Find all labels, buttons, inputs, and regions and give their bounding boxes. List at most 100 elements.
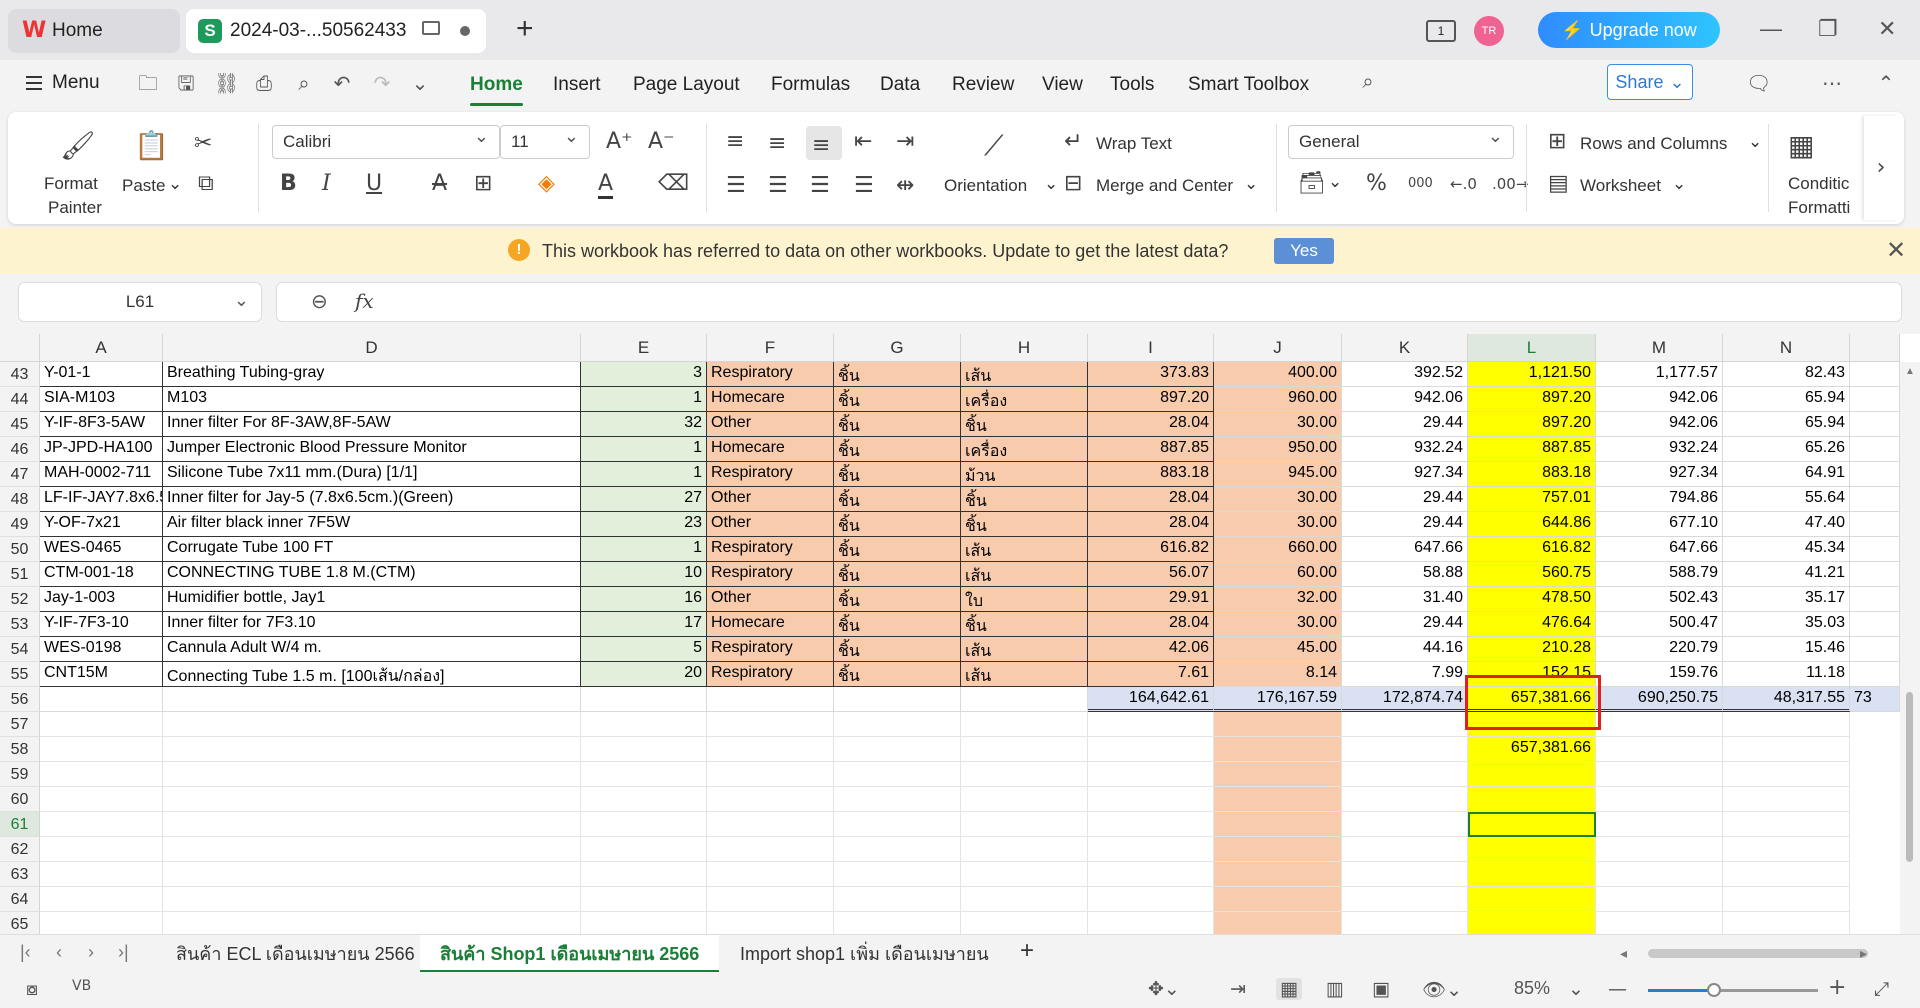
cell-m53[interactable]: 500.47 (1596, 612, 1723, 637)
cell-h57[interactable] (961, 712, 1088, 737)
cell-h45[interactable]: ชิ้น (961, 412, 1088, 437)
format-painter-label-2[interactable]: Painter (48, 198, 102, 218)
cell-e60[interactable] (581, 787, 707, 812)
cell-d49[interactable]: Air filter black inner 7F5W (163, 512, 581, 537)
align-center-icon[interactable]: ☰ (768, 174, 788, 198)
row-header[interactable]: 65 (0, 912, 40, 934)
cell-g44[interactable]: ชิ้น (834, 387, 961, 412)
cell-e47[interactable]: 1 (581, 462, 707, 487)
cell-f44[interactable]: Homecare (707, 387, 834, 412)
cell-f51[interactable]: Respiratory (707, 562, 834, 587)
cell-m51[interactable]: 588.79 (1596, 562, 1723, 587)
cell-e54[interactable]: 5 (581, 637, 707, 662)
cell-j45[interactable]: 30.00 (1214, 412, 1342, 437)
hscroll-left-icon[interactable]: ◂ (1620, 945, 1627, 962)
cell-i50[interactable]: 616.82 (1088, 537, 1214, 562)
increase-font-icon[interactable]: A⁺ (606, 130, 633, 154)
cell-k65[interactable] (1342, 912, 1468, 934)
cell-o49[interactable] (1850, 512, 1900, 537)
cell-l51[interactable]: 560.75 (1468, 562, 1596, 587)
cell-e51[interactable]: 10 (581, 562, 707, 587)
cell-d53[interactable]: Inner filter for 7F3.10 (163, 612, 581, 637)
tab-tools[interactable]: Tools (1110, 74, 1154, 96)
cell-f52[interactable]: Other (707, 587, 834, 612)
sheet-tab-import-shop1[interactable]: Import shop1 เพิ่ม เดือนเมษายน (720, 935, 1009, 973)
unsaved-dot-icon[interactable] (460, 26, 470, 36)
cell-h49[interactable]: ชิ้น (961, 512, 1088, 537)
sheet-tab-ecl[interactable]: สินค้า ECL เดือนเมษายน 2566 (156, 935, 435, 973)
cell-e58[interactable] (581, 737, 707, 762)
cell-k62[interactable] (1342, 837, 1468, 862)
cell-a57[interactable] (40, 712, 163, 737)
share-button[interactable]: Share ⌄ (1607, 64, 1693, 100)
total-l[interactable]: 657,381.66 (1468, 687, 1596, 712)
cell-j60[interactable] (1214, 787, 1342, 812)
cell-d51[interactable]: CONNECTING TUBE 1.8 M.(CTM) (163, 562, 581, 587)
comment-icon[interactable]: 🗨 (1746, 72, 1771, 96)
row-header[interactable]: 56 (0, 687, 40, 712)
cell-j64[interactable] (1214, 887, 1342, 912)
more-options-icon[interactable]: ⋯ (1820, 72, 1844, 96)
cell-k51[interactable]: 58.88 (1342, 562, 1468, 587)
cell-j43[interactable]: 400.00 (1214, 362, 1342, 387)
cell-g57[interactable] (834, 712, 961, 737)
cell-l59[interactable] (1468, 762, 1596, 787)
zoom-in-icon[interactable]: + (1828, 975, 1846, 1000)
total-j[interactable]: 176,167.59 (1214, 687, 1342, 712)
menu-button[interactable]: Menu (26, 72, 100, 94)
redo-icon[interactable]: ↷ (370, 72, 394, 96)
column-header-d[interactable]: D (163, 334, 581, 362)
formula-input-area[interactable]: ⊖ fx (276, 282, 1902, 322)
cell-g61[interactable] (834, 812, 961, 837)
justify-icon[interactable]: ☰ (854, 174, 874, 198)
cell-e44[interactable]: 1 (581, 387, 707, 412)
cell-f63[interactable] (707, 862, 834, 887)
cell-g53[interactable]: ชิ้น (834, 612, 961, 637)
cell-g46[interactable]: ชิ้น (834, 437, 961, 462)
increase-decimal-icon[interactable]: .00→ (1492, 172, 1528, 196)
row-header[interactable]: 62 (0, 837, 40, 862)
cell-j50[interactable]: 660.00 (1214, 537, 1342, 562)
cell-n62[interactable] (1723, 837, 1850, 862)
share-link-icon[interactable]: ⛓ (214, 72, 239, 96)
cell-h63[interactable] (961, 862, 1088, 887)
first-sheet-icon[interactable]: |‹ (20, 942, 31, 963)
row-header[interactable]: 50 (0, 537, 40, 562)
cell-e52[interactable]: 16 (581, 587, 707, 612)
cell-d47[interactable]: Silicone Tube 7x11 mm.(Dura) [1/1] (163, 462, 581, 487)
cell-f64[interactable] (707, 887, 834, 912)
cut-icon[interactable]: ✂ (194, 132, 212, 156)
row-header[interactable]: 60 (0, 787, 40, 812)
cell-i64[interactable] (1088, 887, 1214, 912)
cell-h54[interactable]: เส้น (961, 637, 1088, 662)
cell-i55[interactable]: 7.61 (1088, 662, 1214, 687)
cell-o50[interactable] (1850, 537, 1900, 562)
cell-l43[interactable]: 1,121.50 (1468, 362, 1596, 387)
cell-m59[interactable] (1596, 762, 1723, 787)
cell-a50[interactable]: WES-0465 (40, 537, 163, 562)
cell-j65[interactable] (1214, 912, 1342, 934)
cell-h50[interactable]: เส้น (961, 537, 1088, 562)
cell-d50[interactable]: Corrugate Tube 100 FT (163, 537, 581, 562)
cell-e59[interactable] (581, 762, 707, 787)
cell-g64[interactable] (834, 887, 961, 912)
cell-f61[interactable] (707, 812, 834, 837)
cell-n46[interactable]: 65.26 (1723, 437, 1850, 462)
cell-j55[interactable]: 8.14 (1214, 662, 1342, 687)
vertical-scrollbar[interactable]: ▲ ▼ (1900, 362, 1920, 934)
spreadsheet-grid[interactable]: ▲ ▼ ADEFGHIJKLMN 43Y-01-1Breathing Tubing… (0, 334, 1920, 934)
yes-button[interactable]: Yes (1274, 238, 1334, 264)
cell-n61[interactable] (1723, 812, 1850, 837)
borders-icon[interactable]: ⊞ (474, 172, 492, 196)
cell-h60[interactable] (961, 787, 1088, 812)
cell-a55[interactable]: CNT15M (40, 662, 163, 687)
cell-a53[interactable]: Y-IF-7F3-10 (40, 612, 163, 637)
font-color-icon[interactable]: A (598, 172, 614, 199)
tab-formulas[interactable]: Formulas (771, 74, 850, 96)
cell-e53[interactable]: 17 (581, 612, 707, 637)
cell-d56[interactable] (163, 687, 581, 712)
zoom-slider-knob[interactable] (1707, 983, 1721, 997)
cell-g63[interactable] (834, 862, 961, 887)
sheet-tab-shop1[interactable]: สินค้า Shop1 เดือนเมษายน 2566 (420, 935, 720, 973)
cell-n44[interactable]: 65.94 (1723, 387, 1850, 412)
